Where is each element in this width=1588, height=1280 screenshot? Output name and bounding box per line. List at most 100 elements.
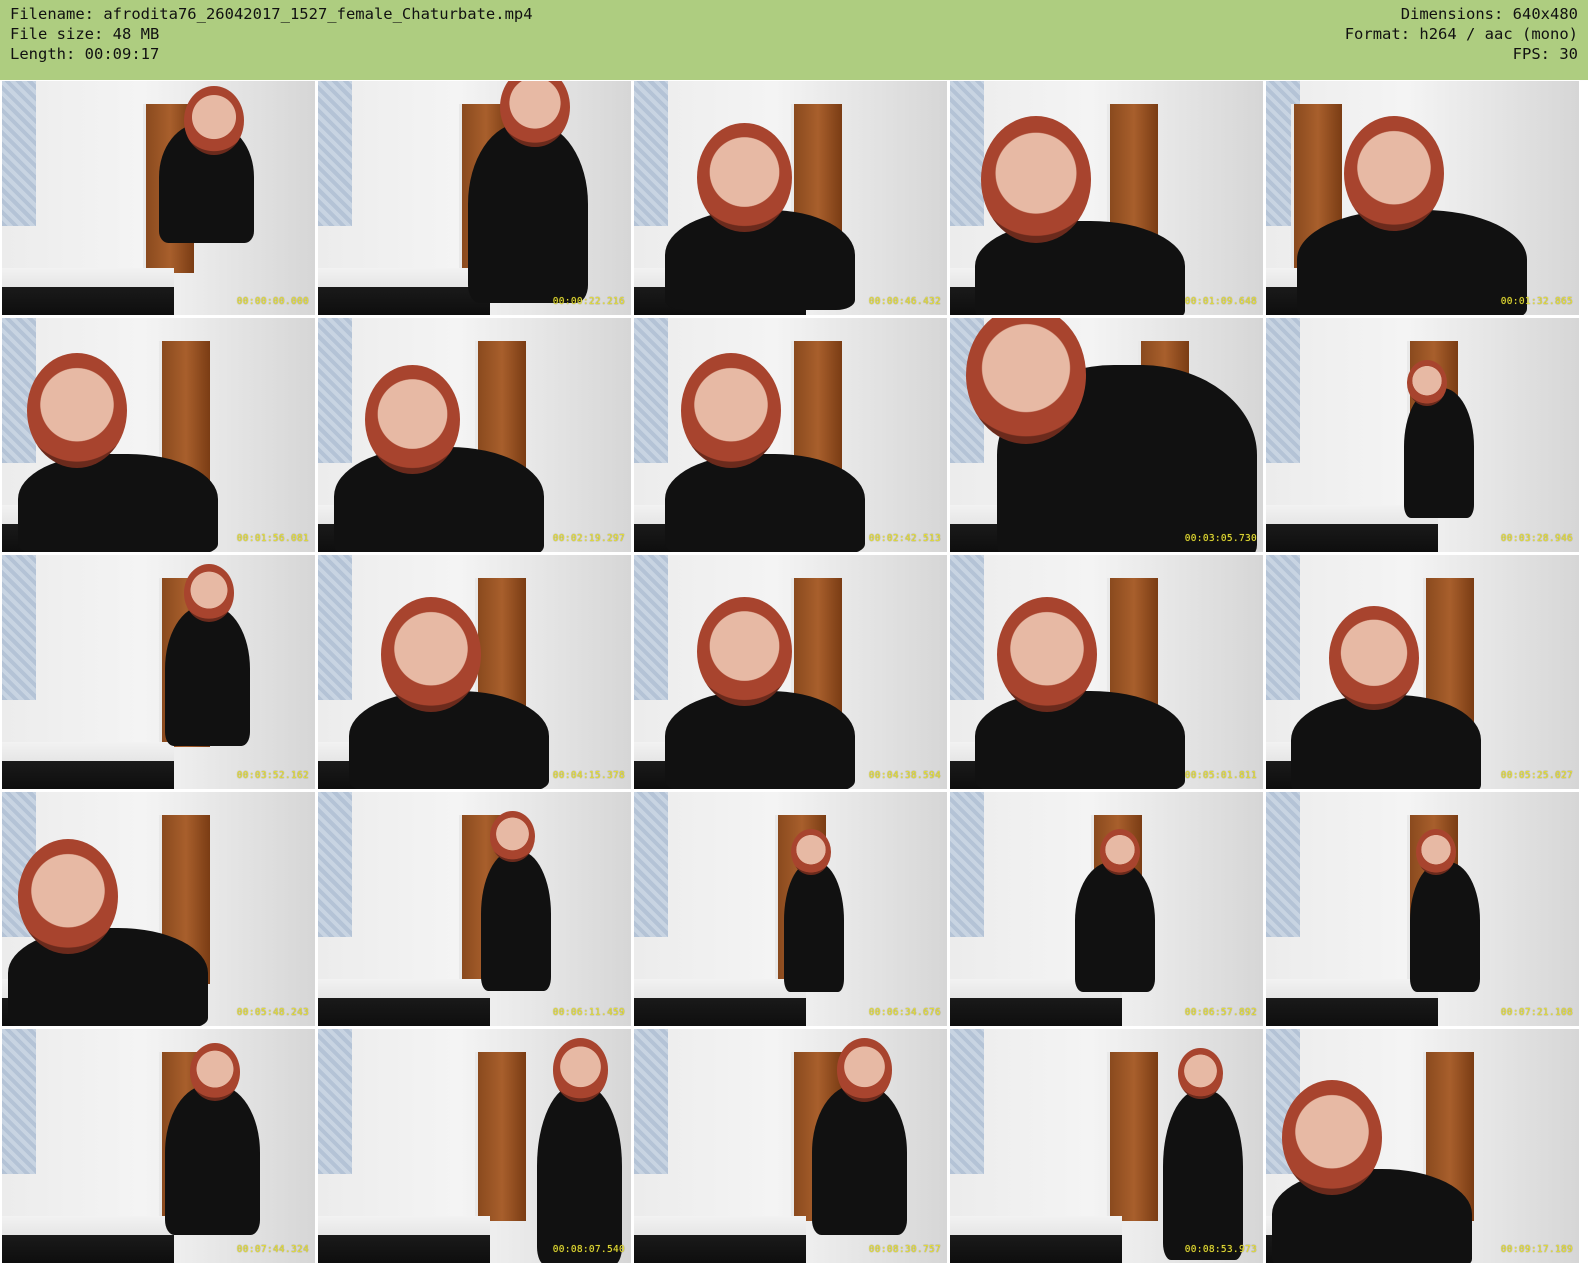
file-info-right: Dimensions: 640x480 Format: h264 / aac (…	[1345, 4, 1578, 80]
wall-panel	[1266, 318, 1300, 464]
person-figure	[537, 1085, 623, 1263]
thumbnail-timestamp: 00:01:32.865	[1500, 296, 1573, 307]
person-figure	[1075, 862, 1156, 993]
wall-panel	[2, 81, 36, 227]
video-thumbnail: 00:01:56.081	[2, 318, 315, 552]
person-figure	[665, 453, 866, 552]
thumbnail-timestamp: 00:05:25.027	[1500, 770, 1573, 781]
wall-panel	[1266, 792, 1300, 938]
wall-panel	[634, 555, 668, 701]
person-head	[1344, 116, 1445, 232]
thumbnail-timestamp: 00:04:38.594	[868, 770, 941, 781]
video-thumbnail: 00:05:25.027	[1266, 555, 1579, 789]
video-thumbnail: 00:08:53.973	[950, 1029, 1263, 1263]
video-thumbnail: 00:08:07.540	[318, 1029, 631, 1263]
wall-panel	[318, 81, 352, 227]
person-figure	[784, 862, 845, 993]
thumbnail-timestamp: 00:08:30.757	[868, 1244, 941, 1255]
video-thumbnail: 00:05:01.811	[950, 555, 1263, 789]
file-size-line: File size: 48 MB	[10, 25, 160, 43]
person-head	[364, 364, 460, 475]
bed	[950, 1216, 1123, 1263]
length-line: Length: 00:09:17	[10, 45, 160, 63]
person-figure	[665, 690, 856, 789]
wall-panel	[318, 318, 352, 464]
wall-panel	[2, 1029, 36, 1175]
video-thumbnail: 00:03:05.730	[950, 318, 1263, 552]
thumbnail-timestamp: 00:01:09.648	[1184, 296, 1257, 307]
thumbnail-timestamp: 00:05:48.243	[236, 1007, 309, 1018]
person-figure	[1291, 695, 1482, 789]
thumbnail-grid: 00:00:00.000 00:00:22.216 00:00:46.432 00:0…	[0, 80, 1588, 1280]
person-head	[1328, 606, 1419, 710]
wall-panel	[318, 1029, 352, 1175]
video-thumbnail: 00:01:32.865	[1266, 81, 1579, 315]
video-thumbnail: 00:04:15.378	[318, 555, 631, 789]
wall-panel	[318, 792, 352, 938]
video-thumbnail: 00:03:52.162	[2, 555, 315, 789]
person-head	[183, 85, 244, 155]
video-thumbnail: 00:09:17.189	[1266, 1029, 1579, 1263]
thumbnail-timestamp: 00:08:53.973	[1184, 1244, 1257, 1255]
person-figure	[975, 690, 1186, 789]
thumbnail-timestamp: 00:02:42.513	[868, 533, 941, 544]
video-thumbnail: 00:07:44.324	[2, 1029, 315, 1263]
wall-panel	[318, 555, 352, 701]
thumbnail-timestamp: 00:02:19.297	[552, 533, 625, 544]
person-head	[1281, 1080, 1382, 1196]
wall-panel	[634, 81, 668, 227]
person-head	[790, 829, 831, 876]
wall-panel	[950, 81, 984, 227]
person-head	[696, 597, 792, 707]
person-figure	[164, 1085, 260, 1236]
person-figure	[1403, 388, 1474, 519]
video-thumbnail: 00:05:48.243	[2, 792, 315, 1026]
person-head	[17, 838, 118, 954]
person-head	[981, 116, 1092, 243]
video-thumbnail: 00:02:42.513	[634, 318, 947, 552]
person-head	[183, 564, 234, 622]
person-figure	[1162, 1089, 1243, 1260]
wall-panel	[2, 555, 36, 701]
video-thumbnail: 00:00:00.000	[2, 81, 315, 315]
video-thumbnail: 00:00:46.432	[634, 81, 947, 315]
dimensions-line: Dimensions: 640x480	[1400, 5, 1578, 23]
bed	[2, 268, 175, 315]
wall-panel	[950, 792, 984, 938]
video-thumbnail: 00:06:11.459	[318, 792, 631, 1026]
file-info-left: Filename: afrodita76_26042017_1527_femal…	[10, 4, 533, 80]
thumbnail-timestamp: 00:09:17.189	[1500, 1244, 1573, 1255]
thumbnail-timestamp: 00:00:46.432	[868, 296, 941, 307]
thumbnail-timestamp: 00:05:01.811	[1184, 770, 1257, 781]
bed	[318, 979, 491, 1026]
bed	[634, 1216, 807, 1263]
thumbnail-timestamp: 00:00:22.216	[552, 296, 625, 307]
video-thumbnail: 00:03:28.946	[1266, 318, 1579, 552]
video-thumbnail: 00:02:19.297	[318, 318, 631, 552]
thumbnail-timestamp: 00:04:15.378	[552, 770, 625, 781]
wall-panel	[634, 1029, 668, 1175]
thumbnail-timestamp: 00:07:44.324	[236, 1244, 309, 1255]
person-figure	[1409, 862, 1480, 993]
person-figure	[17, 453, 218, 552]
thumbnail-timestamp: 00:03:52.162	[236, 770, 309, 781]
thumbnail-timestamp: 00:08:07.540	[552, 1244, 625, 1255]
person-figure	[468, 123, 589, 304]
door	[474, 1052, 526, 1221]
person-head	[552, 1038, 608, 1102]
thumbnail-timestamp: 00:06:34.676	[868, 1007, 941, 1018]
format-line: Format: h264 / aac (mono)	[1344, 25, 1578, 43]
person-figure	[975, 221, 1186, 315]
info-header: Filename: afrodita76_26042017_1527_femal…	[0, 0, 1588, 80]
video-thumbnail: 00:06:57.892	[950, 792, 1263, 1026]
video-thumbnail: 00:07:21.108	[1266, 792, 1579, 1026]
person-head	[380, 597, 481, 713]
bed	[318, 1216, 491, 1263]
person-figure	[812, 1085, 908, 1236]
video-thumbnail: 00:00:22.216	[318, 81, 631, 315]
person-head	[696, 123, 792, 233]
wall-panel	[634, 318, 668, 464]
wall-panel	[1266, 555, 1300, 701]
filename-line: Filename: afrodita76_26042017_1527_femal…	[10, 5, 533, 23]
person-figure	[164, 606, 250, 747]
